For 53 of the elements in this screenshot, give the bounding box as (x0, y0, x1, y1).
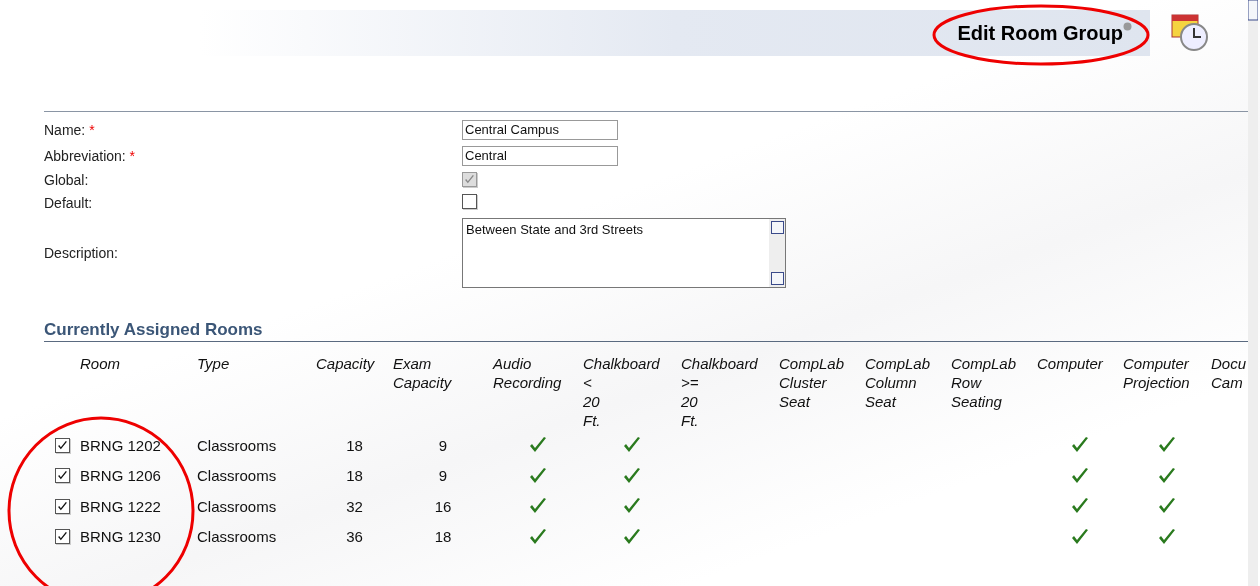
table-cell-text: 18 (433, 527, 453, 548)
column-header: CompLab Cluster Seat (779, 354, 846, 412)
checkbox[interactable] (462, 194, 477, 209)
table-cell-text: Classrooms (197, 496, 278, 517)
field-label: Global: (44, 172, 90, 188)
column-header: Exam Capacity (393, 354, 453, 393)
column-header: Audio Recording (493, 354, 563, 393)
table-cell-text: Classrooms (197, 435, 278, 456)
help-icon (1123, 21, 1132, 31)
column-header: Computer (1037, 354, 1104, 374)
table-cell-text: Classrooms (197, 466, 278, 487)
column-header: Docu Cam (1211, 354, 1248, 393)
field-label: Default: (44, 195, 94, 211)
description-field[interactable]: Between State and 3rd Streets (462, 218, 786, 288)
table-cell-text: BRNG 1222 (80, 496, 162, 517)
column-header: Computer Projection (1123, 354, 1191, 393)
table-cell-text: 32 (345, 496, 364, 517)
column-header: Type (197, 354, 231, 374)
check-icon (56, 531, 68, 543)
check-icon (56, 439, 68, 451)
table-cell-text: BRNG 1230 (80, 527, 162, 548)
table-cell-text: 9 (437, 435, 449, 456)
column-header: Capacity (316, 354, 376, 374)
field-label: Abbreviation: * (44, 148, 137, 164)
check-icon (56, 470, 68, 482)
text-field[interactable]: Central (462, 146, 618, 166)
scrollbar[interactable] (1248, 0, 1258, 586)
table-cell-text: 16 (433, 496, 453, 517)
text-field[interactable]: Central Campus (462, 120, 618, 140)
scroll-down-button[interactable] (770, 272, 784, 285)
column-header: Chalkboard < 20 Ft. (583, 354, 661, 430)
field-label: Name: * (44, 122, 96, 138)
column-header: CompLab Column Seat (865, 354, 932, 412)
field-label: Description: (44, 245, 119, 261)
column-header: Chalkboard >= 20 Ft. (681, 354, 759, 430)
row-checkbox[interactable] (54, 468, 70, 484)
scroll-up-button[interactable] (770, 221, 784, 234)
calendar-clock-icon[interactable] (1170, 13, 1210, 53)
row-checkbox[interactable] (54, 437, 70, 453)
table-cell-text: BRNG 1202 (80, 435, 162, 456)
column-header: Room (80, 354, 121, 374)
row-checkbox[interactable] (54, 498, 70, 514)
row-checkbox[interactable] (54, 529, 70, 545)
table-cell-text: Classrooms (197, 527, 278, 548)
page-title: Edit Room Group (957, 21, 1123, 45)
column-header: CompLab Row Seating (951, 354, 1018, 412)
table-cell-text: 18 (345, 466, 364, 487)
table-cell-text: 18 (345, 435, 364, 456)
table-cell-text: 9 (437, 466, 449, 487)
table-cell-text: BRNG 1206 (80, 466, 162, 487)
section-heading: Currently Assigned Rooms (44, 320, 1248, 342)
table-cell-text: 36 (345, 527, 364, 548)
check-icon (56, 500, 68, 512)
